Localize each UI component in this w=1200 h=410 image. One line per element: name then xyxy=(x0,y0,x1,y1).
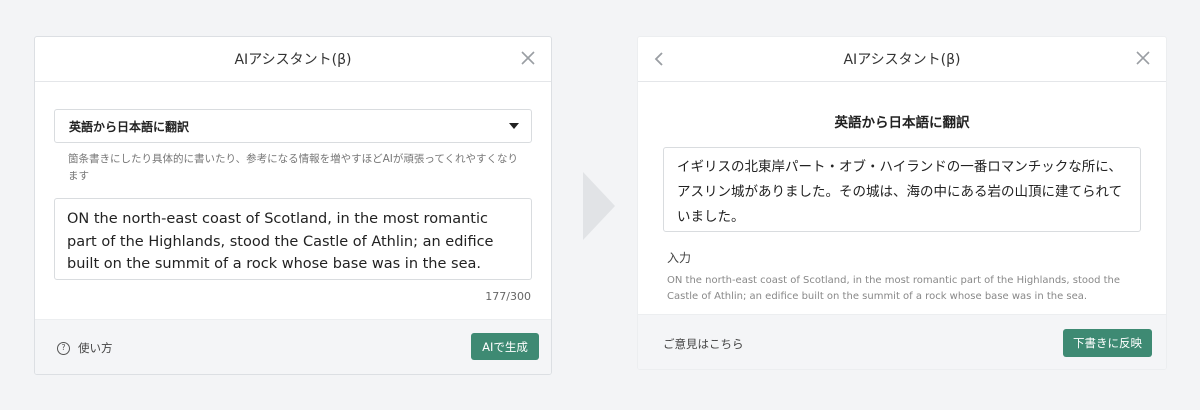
ai-assistant-result-panel: AIアシスタント(β) 英語から日本語に翻訳 イギリスの北東岸パート・オブ・ハイ… xyxy=(637,36,1167,370)
generate-button[interactable]: AIで生成 xyxy=(471,333,539,360)
arrow-right-icon xyxy=(583,172,615,240)
caret-down-icon xyxy=(509,123,519,129)
panel-title: AIアシスタント(β) xyxy=(843,52,961,68)
help-label: 使い方 xyxy=(78,341,113,355)
question-circle-icon: ? xyxy=(57,341,70,355)
panel-footer: ご意見はこちら 下書きに反映 xyxy=(638,314,1166,369)
feedback-link[interactable]: ご意見はこちら xyxy=(663,336,744,352)
prompt-input[interactable]: ON the north-east coast of Scotland, in … xyxy=(54,198,532,280)
close-icon[interactable] xyxy=(519,49,537,67)
input-label: 入力 xyxy=(667,251,692,265)
ai-assistant-input-panel: AIアシスタント(β) 英語から日本語に翻訳 箇条書きにしたり具体的に書いたり、… xyxy=(34,36,552,375)
apply-to-draft-button[interactable]: 下書きに反映 xyxy=(1063,329,1152,357)
panel-title: AIアシスタント(β) xyxy=(234,52,352,68)
mode-select[interactable]: 英語から日本語に翻訳 xyxy=(54,109,532,143)
help-link[interactable]: ? 使い方 xyxy=(57,340,113,356)
result-text: イギリスの北東岸パート・オブ・ハイランドの一番ロマンチックな所に、アスリン城があ… xyxy=(663,147,1141,232)
input-echo-text: ON the north-east coast of Scotland, in … xyxy=(667,275,1121,302)
chevron-left-icon[interactable] xyxy=(652,50,666,68)
close-icon[interactable] xyxy=(1134,49,1152,67)
panel-header: AIアシスタント(β) xyxy=(35,37,551,82)
mode-title: 英語から日本語に翻訳 xyxy=(834,115,970,131)
panel-header: AIアシスタント(β) xyxy=(638,37,1166,82)
mode-select-value: 英語から日本語に翻訳 xyxy=(69,119,190,134)
hint-text: 箇条書きにしたり具体的に書いたり、参考になる情報を増やすほどAIが頑張ってくれや… xyxy=(68,153,519,182)
character-counter: 177/300 xyxy=(485,290,531,303)
panel-footer: ? 使い方 AIで生成 xyxy=(35,319,551,374)
